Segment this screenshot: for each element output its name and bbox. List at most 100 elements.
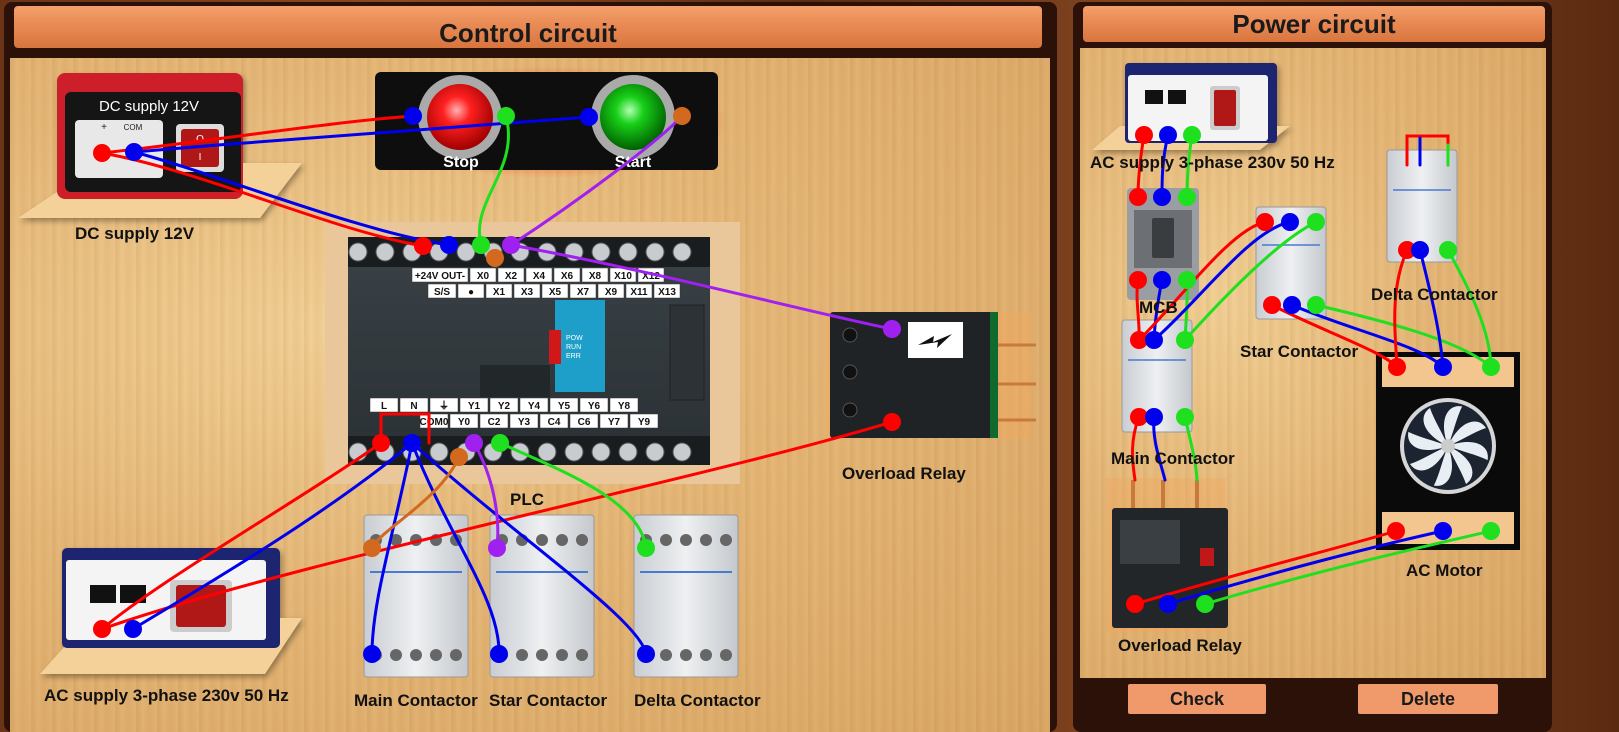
terminal-point[interactable] <box>1482 358 1500 376</box>
power-overload-dial[interactable] <box>1120 520 1180 564</box>
terminal-point[interactable] <box>1159 126 1177 144</box>
terminal-point[interactable] <box>1387 522 1405 540</box>
plc-terminal-label: N <box>410 401 417 412</box>
terminal-point[interactable] <box>1263 296 1281 314</box>
contactor-screw <box>700 534 712 546</box>
plc-terminal-label: X5 <box>549 287 562 298</box>
terminal-point[interactable] <box>1153 188 1171 206</box>
contactor-screw <box>556 649 568 661</box>
plc-screw <box>429 442 449 462</box>
terminal-point[interactable] <box>637 539 655 557</box>
plc-terminal-label: C4 <box>548 417 561 428</box>
terminal-point[interactable] <box>497 107 515 125</box>
terminal-point[interactable] <box>1176 331 1194 349</box>
terminal-point[interactable] <box>1196 595 1214 613</box>
plc-screw <box>672 442 692 462</box>
terminal-point[interactable] <box>472 236 490 254</box>
wire[interactable] <box>1418 248 1445 369</box>
contactor-screw <box>680 534 692 546</box>
plc-top-label-row1: +24V OUT- X0 X2 X4 X6 X8 X10 X12 <box>411 267 665 283</box>
terminal-point[interactable] <box>1283 296 1301 314</box>
plc-terminal-label: X11 <box>630 287 648 298</box>
plc-terminal-label: Y8 <box>618 401 631 412</box>
stop-button[interactable] <box>427 84 493 150</box>
terminal-point[interactable] <box>414 237 432 255</box>
ac-supply-control-device[interactable] <box>40 548 302 674</box>
terminal-point[interactable] <box>440 236 458 254</box>
power-overload-reset[interactable] <box>1200 548 1214 566</box>
terminal-point[interactable] <box>1434 522 1452 540</box>
delete-button[interactable]: Delete <box>1358 684 1498 714</box>
mcb-lever[interactable] <box>1152 218 1174 258</box>
plc-screw <box>348 242 368 262</box>
terminal-point[interactable] <box>883 320 901 338</box>
terminal-point[interactable] <box>124 620 142 638</box>
terminal-point[interactable] <box>93 620 111 638</box>
terminal-point[interactable] <box>1153 271 1171 289</box>
ac-motor-device[interactable] <box>1376 352 1520 550</box>
plc-terminal-label: Y2 <box>498 401 511 412</box>
terminal-point[interactable] <box>883 413 901 431</box>
terminal-point[interactable] <box>1145 408 1163 426</box>
ac-power-switch[interactable] <box>1214 90 1236 126</box>
plc-screw <box>618 442 638 462</box>
contactor-screw <box>576 534 588 546</box>
terminal-point[interactable] <box>1135 126 1153 144</box>
terminal-point[interactable] <box>450 448 468 466</box>
ac-power-switch[interactable] <box>176 585 226 627</box>
dc-com-label: COM <box>124 123 143 132</box>
terminal-point[interactable] <box>1159 595 1177 613</box>
terminal-point[interactable] <box>125 143 143 161</box>
plc-screw <box>618 242 638 262</box>
terminal-point[interactable] <box>1126 595 1144 613</box>
plc-terminal-label: Y7 <box>608 417 621 428</box>
terminal-point[interactable] <box>1178 188 1196 206</box>
wire[interactable] <box>1393 248 1409 369</box>
terminal-point[interactable] <box>1307 296 1325 314</box>
terminal-point[interactable] <box>1307 213 1325 231</box>
terminal-point[interactable] <box>1281 213 1299 231</box>
terminal-point[interactable] <box>1256 213 1274 231</box>
terminal-point[interactable] <box>490 645 508 663</box>
plc-led-run: RUN <box>566 344 581 351</box>
contactor-screw <box>430 649 442 661</box>
terminal-point[interactable] <box>1176 408 1194 426</box>
terminal-point[interactable] <box>1183 126 1201 144</box>
check-button[interactable]: Check <box>1128 684 1266 714</box>
terminal-point[interactable] <box>488 539 506 557</box>
plc-screw <box>591 442 611 462</box>
terminal-point[interactable] <box>1411 241 1429 259</box>
contactor-screw <box>720 534 732 546</box>
terminal-point[interactable] <box>404 107 422 125</box>
terminal-point[interactable] <box>363 645 381 663</box>
terminal-point[interactable] <box>1178 271 1196 289</box>
terminal-point[interactable] <box>363 539 381 557</box>
contactor-screw <box>410 649 422 661</box>
plc-screw <box>672 242 692 262</box>
terminal-point[interactable] <box>1145 331 1163 349</box>
terminal-point[interactable] <box>637 645 655 663</box>
terminal-point[interactable] <box>486 249 504 267</box>
terminal-point[interactable] <box>93 144 111 162</box>
wire[interactable] <box>1446 248 1493 369</box>
terminal-point[interactable] <box>673 107 691 125</box>
terminal-point[interactable] <box>491 434 509 452</box>
terminal-point[interactable] <box>465 434 483 452</box>
terminal-point[interactable] <box>1482 522 1500 540</box>
terminal-point[interactable] <box>1439 241 1457 259</box>
plc-terminal-label: X1 <box>493 287 506 298</box>
terminal-point[interactable] <box>403 434 421 452</box>
terminal-point[interactable] <box>1434 358 1452 376</box>
overload-relay-control[interactable] <box>826 312 1036 438</box>
plc-terminal-label: X13 <box>658 287 676 298</box>
terminal-point[interactable] <box>502 236 520 254</box>
terminal-point[interactable] <box>1129 271 1147 289</box>
plc-terminal-label: S/S <box>434 287 450 298</box>
power-main-contactor-label: Main Contactor <box>1111 449 1235 468</box>
plc-screw <box>591 242 611 262</box>
terminal-point[interactable] <box>580 108 598 126</box>
terminal-point[interactable] <box>1129 188 1147 206</box>
terminal-point[interactable] <box>372 434 390 452</box>
terminal-point[interactable] <box>1388 358 1406 376</box>
plc-terminal-label: X3 <box>521 287 534 298</box>
